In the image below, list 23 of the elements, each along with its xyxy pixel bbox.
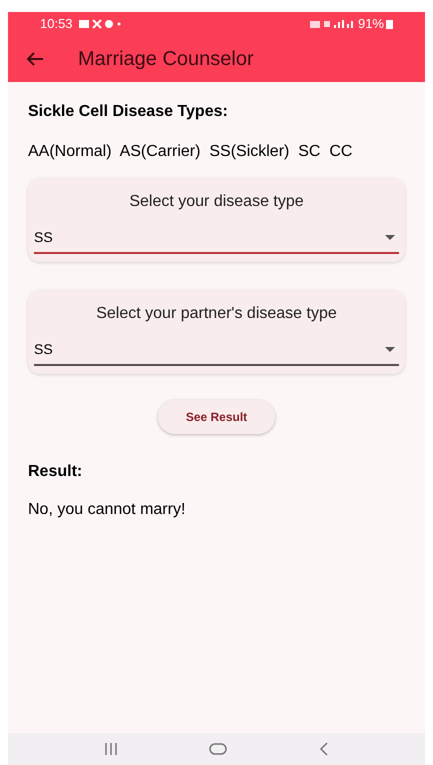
home-icon[interactable] <box>209 743 228 755</box>
result-text: No, you cannot marry! <box>28 500 186 520</box>
disease-dropdown[interactable]: SS <box>34 334 399 366</box>
dropdown-value: SS <box>34 228 53 246</box>
dropdown-label: Select your partner's disease type <box>95 304 338 324</box>
battery-percent: 91% <box>358 15 384 34</box>
status-time: 10:53 <box>40 15 73 34</box>
recent-apps-icon[interactable] <box>104 743 118 755</box>
battery-icon <box>386 19 393 29</box>
status-icons <box>78 19 121 29</box>
back-arrow-icon[interactable] <box>26 52 44 66</box>
dropdown-caret-icon <box>385 346 395 352</box>
signal-icon <box>310 19 354 29</box>
dropdown-value: SS <box>34 340 53 358</box>
disease-dropdown[interactable]: SS <box>34 222 399 254</box>
app-title: Marriage Counselor <box>78 47 254 72</box>
back-icon[interactable] <box>319 742 330 756</box>
result-heading: Result: <box>28 462 84 482</box>
types-text: AA(Normal) AS(Carrier) SS(Sickler) SC CC <box>28 142 354 162</box>
dropdown-caret-icon <box>385 234 395 240</box>
types-heading: Sickle Cell Disease Types: <box>28 102 229 122</box>
see-result-button[interactable]: See Result <box>158 400 276 434</box>
dropdown-label: Select your disease type <box>128 192 305 212</box>
